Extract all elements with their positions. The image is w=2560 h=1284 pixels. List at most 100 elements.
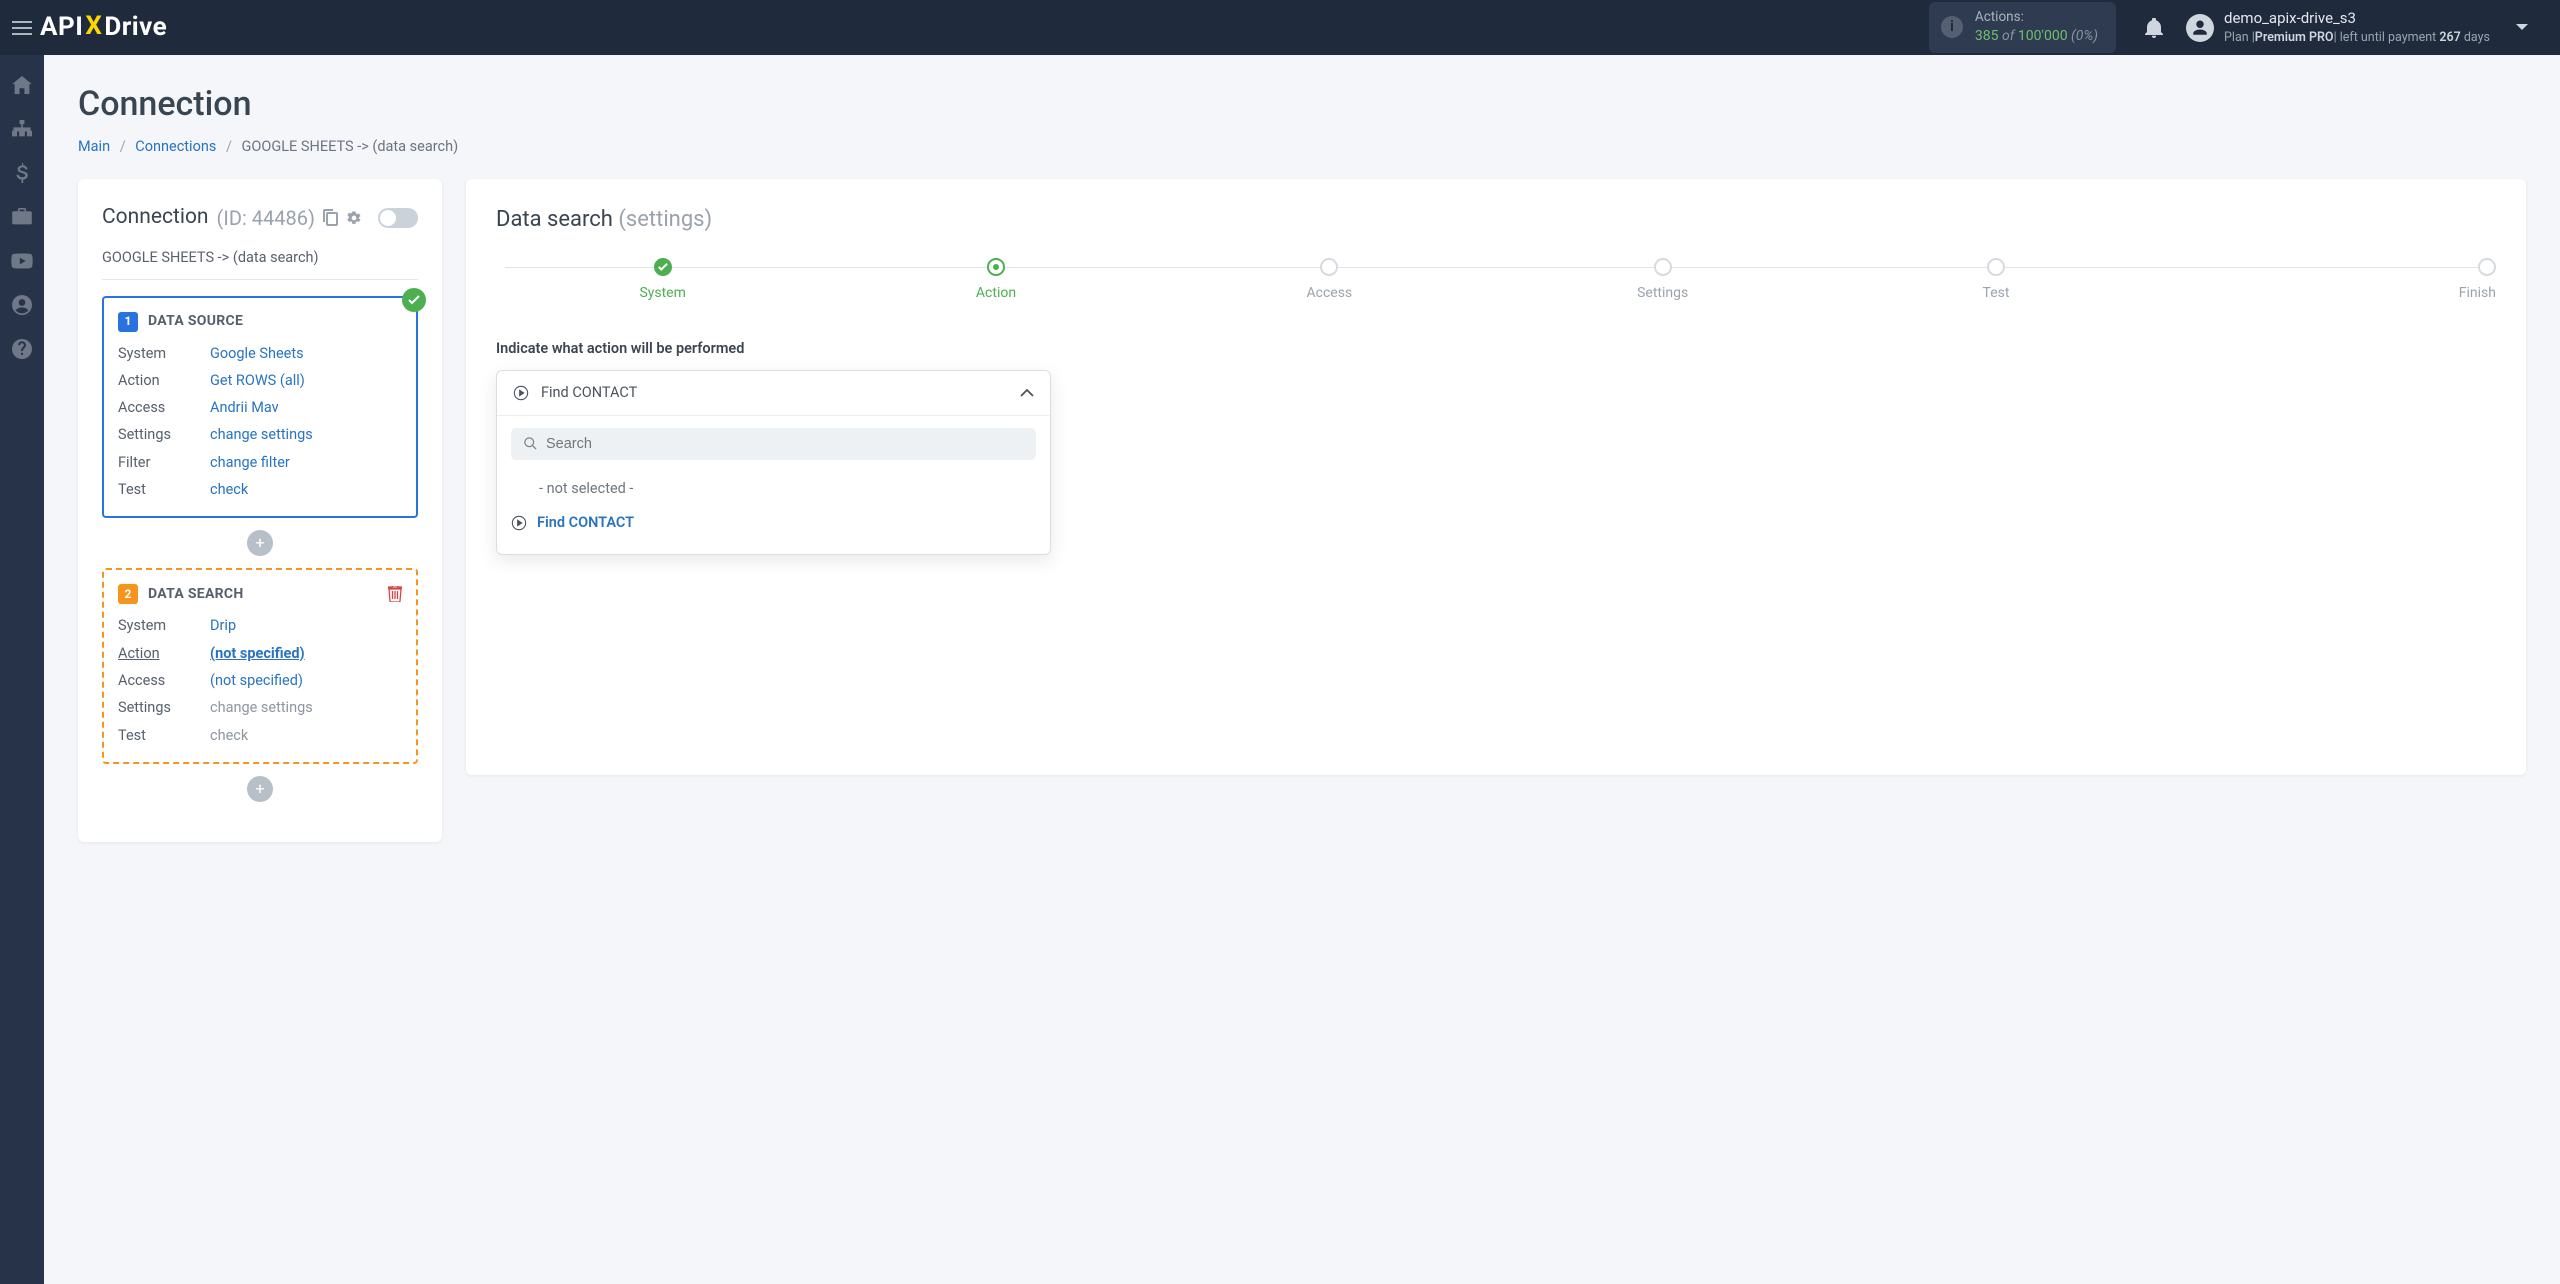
row-label: System (118, 616, 204, 636)
step-label: Action (976, 284, 1016, 304)
nav-help[interactable] (0, 329, 44, 369)
nav-billing[interactable] (0, 153, 44, 193)
connection-sidebar-card: Connection (ID: 44486) GOOGLE SHEETS -> … (78, 179, 442, 842)
step-label: Access (1306, 284, 1352, 304)
search-icon (523, 436, 538, 451)
logo-text-x: X (85, 8, 102, 44)
nav-home[interactable] (0, 65, 44, 105)
user-menu-chevron[interactable] (2502, 23, 2542, 32)
user-icon (2191, 19, 2209, 37)
add-block-button[interactable]: + (247, 776, 273, 802)
step-label: Test (1983, 284, 2010, 304)
main-content: Connection Main / Connections / GOOGLE S… (44, 55, 2560, 1284)
actions-label: Actions: (1975, 8, 2098, 27)
breadcrumb: Main / Connections / GOOGLE SHEETS -> (d… (78, 137, 2526, 157)
nav-connections[interactable] (0, 109, 44, 149)
row-label: Access (118, 671, 204, 691)
action-option-none[interactable]: - not selected - (511, 472, 1036, 506)
action-prompt-label: Indicate what action will be performed (496, 339, 2496, 359)
row-label: Action (118, 644, 204, 664)
briefcase-icon (12, 208, 32, 226)
crumb-current: GOOGLE SHEETS -> (data search) (242, 138, 459, 155)
bell-icon (2145, 18, 2163, 38)
crumb-main[interactable]: Main (78, 138, 110, 155)
add-block-button[interactable]: + (247, 530, 273, 556)
step-test[interactable]: Test (1829, 258, 2162, 304)
data-search-block[interactable]: 2 DATA SEARCH System Drip Action (not sp… (102, 568, 418, 763)
delete-block-button[interactable] (388, 586, 402, 602)
action-select-toggle[interactable]: Find CONTACT (497, 371, 1050, 416)
row-label: Test (118, 480, 204, 500)
play-circle-icon (513, 385, 529, 401)
row-label: System (118, 344, 204, 364)
nav-business[interactable] (0, 197, 44, 237)
wizard-stepper: System Action Access Settings Test (496, 258, 2496, 304)
source-filter-link[interactable]: change filter (210, 454, 290, 471)
step-access[interactable]: Access (1163, 258, 1496, 304)
sitemap-icon (12, 120, 32, 138)
logo-text-api: API (40, 9, 83, 45)
dropdown-searchbox[interactable] (511, 428, 1036, 460)
source-action-link[interactable]: Get ROWS (all) (210, 372, 305, 389)
row-label: Filter (118, 453, 204, 473)
user-circle-icon (12, 295, 32, 315)
chevron-up-icon (1020, 388, 1034, 397)
nav-account[interactable] (0, 285, 44, 325)
check-icon (658, 262, 668, 272)
source-settings-link[interactable]: change settings (210, 426, 313, 443)
play-circle-icon (511, 515, 527, 531)
action-select[interactable]: Find CONTACT - not selected - Find CONTA… (496, 370, 1051, 556)
actions-values: 385 of 100'000 (0%) (1975, 27, 2098, 47)
crumb-connections[interactable]: Connections (135, 138, 216, 155)
data-source-block[interactable]: 1 DATA SOURCE System Google Sheets Actio… (102, 296, 418, 519)
notifications-button[interactable] (2136, 18, 2172, 38)
user-name: demo_apix-drive_s3 (2224, 8, 2490, 29)
top-header: APIXDrive i Actions: 385 of 100'000 (0%)… (0, 0, 2560, 55)
search-system-link[interactable]: Drip (210, 617, 236, 634)
settings-panel: Data search (settings) System Action Acc… (466, 179, 2526, 776)
actions-counter[interactable]: i Actions: 385 of 100'000 (0%) (1929, 2, 2116, 52)
status-ok-badge (402, 288, 426, 312)
gear-icon[interactable] (346, 210, 362, 226)
connection-subtitle: GOOGLE SHEETS -> (data search) (102, 248, 418, 279)
step-finish[interactable]: Finish (2163, 258, 2496, 304)
step-label: System (639, 284, 685, 304)
info-icon: i (1941, 16, 1963, 38)
action-option-label: Find CONTACT (537, 513, 634, 533)
copy-icon[interactable] (323, 209, 338, 226)
search-access-link[interactable]: (not specified) (210, 672, 303, 689)
row-label: Access (118, 398, 204, 418)
hamburger-icon (12, 21, 32, 35)
home-icon (12, 76, 32, 94)
check-icon (408, 295, 420, 305)
row-label: Settings (118, 698, 204, 718)
source-access-link[interactable]: Andrii Mav (210, 399, 279, 416)
user-plan: Plan |Premium PRO| left until payment 26… (2224, 29, 2490, 47)
search-test-text: check (210, 727, 248, 744)
page-title: Connection (78, 81, 2526, 129)
user-menu[interactable]: demo_apix-drive_s3 Plan |Premium PRO| le… (2186, 8, 2490, 47)
trash-icon (388, 586, 402, 602)
search-action-link[interactable]: (not specified) (210, 645, 305, 662)
question-icon (12, 339, 32, 359)
connection-card-title: Connection (102, 203, 209, 232)
step-action[interactable]: Action (829, 258, 1162, 304)
connection-enabled-toggle[interactable] (378, 208, 418, 228)
block-number-2: 2 (118, 584, 138, 604)
dropdown-search-input[interactable] (546, 436, 1024, 452)
row-label: Test (118, 726, 204, 746)
dollar-icon (16, 163, 28, 183)
step-system[interactable]: System (496, 258, 829, 304)
step-settings[interactable]: Settings (1496, 258, 1829, 304)
source-system-link[interactable]: Google Sheets (210, 345, 304, 362)
search-settings-text: change settings (210, 699, 313, 716)
brand-logo[interactable]: APIXDrive (40, 9, 167, 45)
source-test-link[interactable]: check (210, 481, 248, 498)
nav-video[interactable] (0, 241, 44, 281)
block-title-data-search: DATA SEARCH (148, 585, 244, 605)
row-label: Settings (118, 425, 204, 445)
action-option-find-contact[interactable]: Find CONTACT (511, 506, 1036, 540)
menu-toggle-button[interactable] (0, 0, 44, 55)
side-rail (0, 55, 44, 1284)
action-select-value: Find CONTACT (541, 383, 637, 403)
